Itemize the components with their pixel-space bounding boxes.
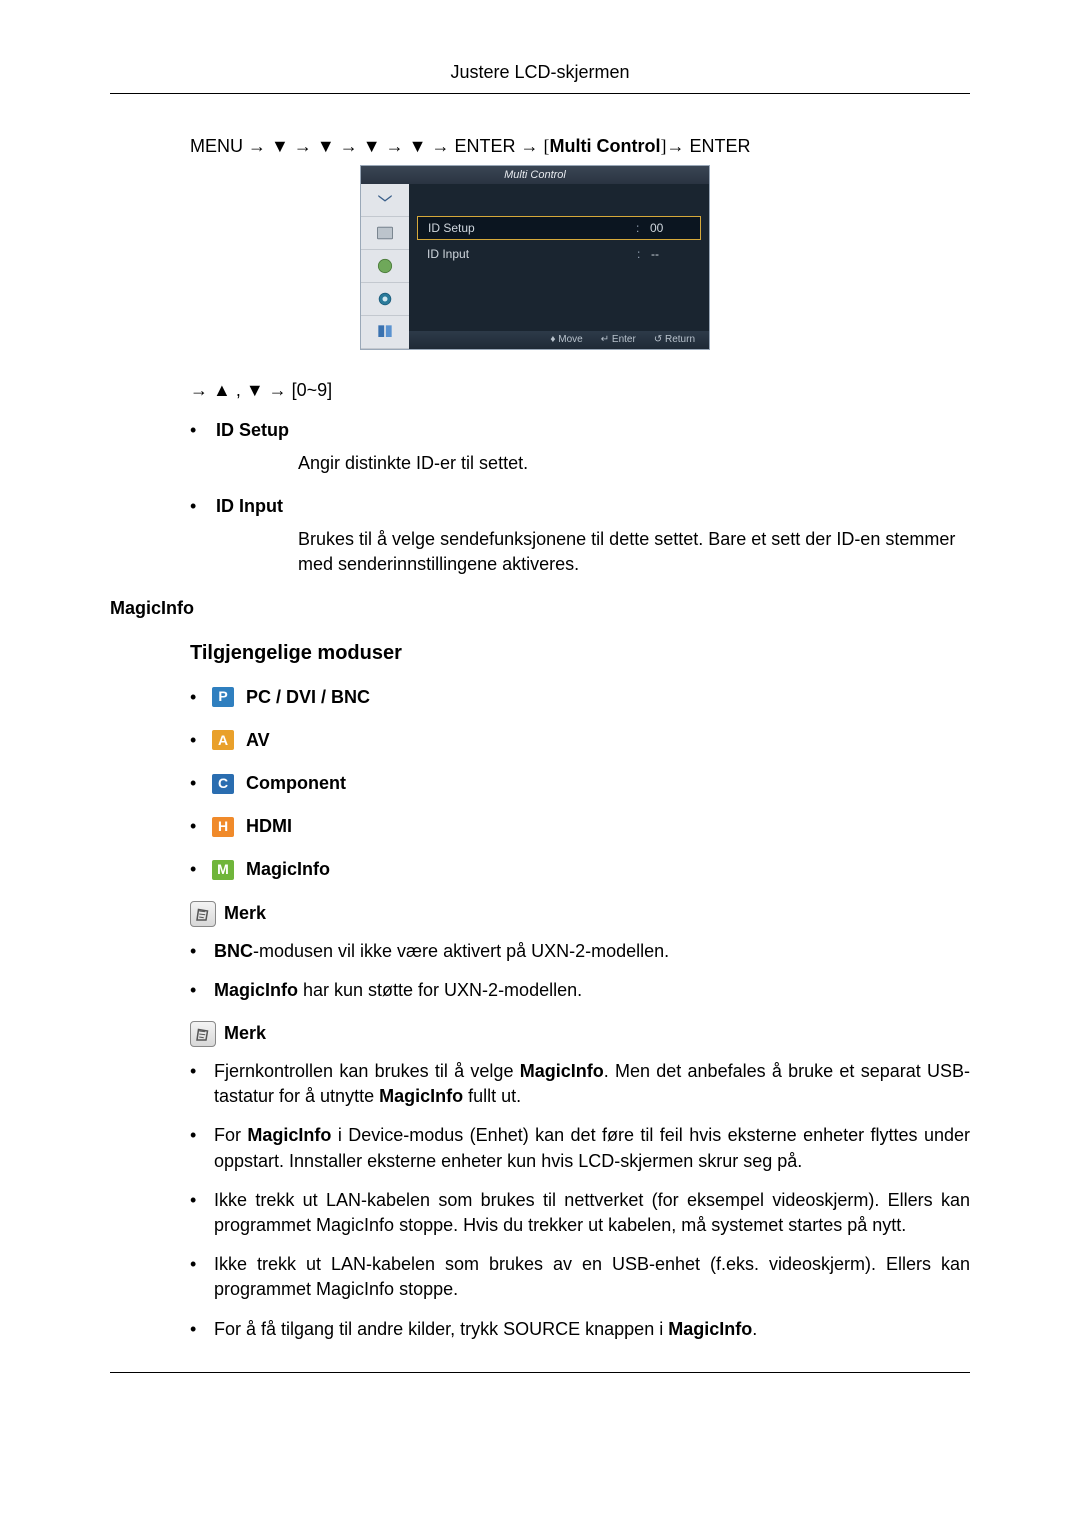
osd-icon-picture [361, 217, 409, 250]
osd-footer-enter: ↵ Enter [601, 333, 636, 347]
badge-c-icon: C [212, 774, 234, 794]
osd-footer-return: ↺ Return [654, 333, 695, 347]
bullet-id-setup: • ID Setup [190, 418, 970, 443]
osd-multi-control: Multi Control ID Setup : 00 [360, 165, 710, 350]
id-input-desc: Brukes til å velge sendefunksjonene til … [298, 527, 970, 577]
badge-p-icon: P [212, 687, 234, 707]
note-icon [190, 901, 216, 927]
menu-path: MENU → ▼ → ▼ → ▼ → ▼ → ENTER → [ Multi C… [190, 134, 970, 159]
section-magicinfo: MagicInfo [110, 596, 970, 621]
osd-sidebar [361, 184, 409, 349]
badge-a-icon: A [212, 730, 234, 750]
mode-pc-dvi-bnc: • P PC / DVI / BNC [190, 685, 970, 710]
id-setup-desc: Angir distinkte ID-er til settet. [298, 451, 970, 476]
path-enter: ENTER [454, 134, 515, 159]
note2-item5: • For å få tilgang til andre kilder, try… [190, 1317, 970, 1342]
osd-title: Multi Control [361, 166, 709, 184]
sub-available-modes: Tilgjengelige moduser [190, 639, 970, 667]
note2-item3: • Ikke trekk ut LAN-kabelen som brukes t… [190, 1188, 970, 1238]
page-header: Justere LCD-skjermen [110, 60, 970, 85]
path-enter-2: ENTER [690, 134, 751, 159]
mode-magicinfo: • M MagicInfo [190, 857, 970, 882]
note1-item1: • BNC-modusen vil ikke være aktivert på … [190, 939, 970, 964]
osd-footer: ♦ Move ↵ Enter ↺ Return [409, 331, 709, 349]
note-header-1: Merk [190, 901, 970, 927]
footer-rule [110, 1372, 970, 1373]
note2-item1: • Fjernkontrollen kan brukes til å velge… [190, 1059, 970, 1109]
osd-icon-sound [361, 250, 409, 283]
note2-item2: • For MagicInfo i Device-modus (Enhet) k… [190, 1123, 970, 1173]
osd-icon-setup [361, 283, 409, 316]
path-menu: MENU [190, 134, 243, 159]
mode-av: • A AV [190, 728, 970, 753]
header-rule [110, 93, 970, 94]
mode-list: • P PC / DVI / BNC • A AV • C Component … [190, 685, 970, 883]
path-multi-control: Multi Control [550, 134, 661, 159]
note1-item2: • MagicInfo har kun støtte for UXN-2-mod… [190, 978, 970, 1003]
mode-component: • C Component [190, 771, 970, 796]
note-icon [190, 1021, 216, 1047]
range-note: → ▲ , ▼ → [0~9] [190, 378, 970, 403]
mode-hdmi: • H HDMI [190, 814, 970, 839]
osd-row-id-input[interactable]: ID Input : -- [409, 242, 709, 266]
badge-m-icon: M [212, 860, 234, 880]
osd-row-id-setup[interactable]: ID Setup : 00 [417, 216, 701, 240]
bullet-id-input: • ID Input [190, 494, 970, 519]
note-header-2: Merk [190, 1021, 970, 1047]
osd-icon-input [361, 184, 409, 217]
osd-footer-move: ♦ Move [550, 333, 582, 347]
badge-h-icon: H [212, 817, 234, 837]
note2-item4: • Ikke trekk ut LAN-kabelen som brukes a… [190, 1252, 970, 1302]
osd-icon-multi [361, 316, 409, 349]
